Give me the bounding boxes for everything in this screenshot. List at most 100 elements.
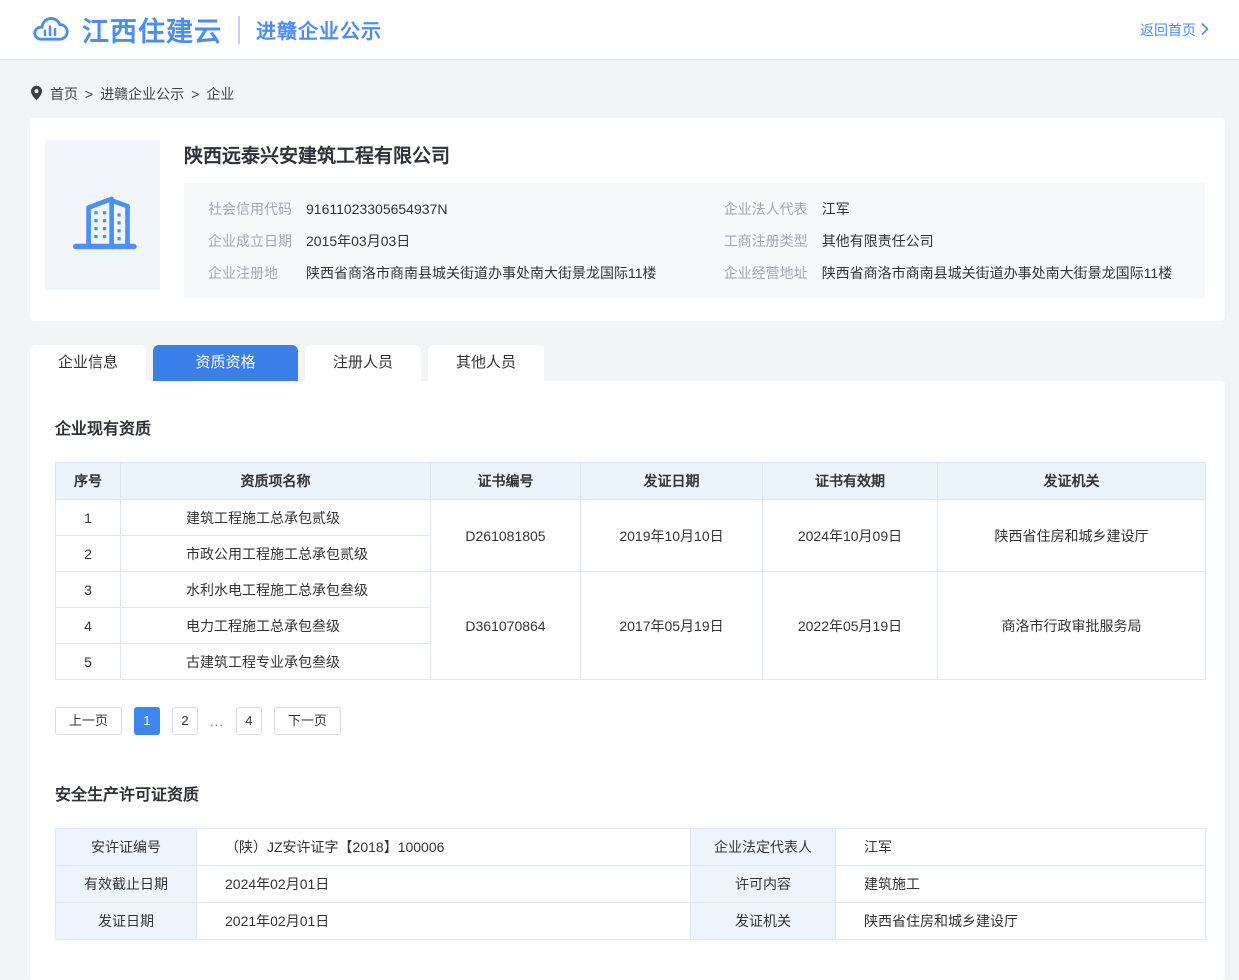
safety-licence-table: 安许证编号 （陕）JZ安许证字【2018】100006 企业法定代表人 江军 有…: [55, 828, 1206, 940]
chevron-right-icon: [1201, 22, 1209, 38]
breadcrumb-separator: >: [191, 86, 199, 102]
cell-label-legal-rep: 企业法定代表人: [691, 829, 836, 866]
field-business-address: 企业经营地址 陕西省商洛市商南县城关街道办事处南大街景龙国际11楼: [724, 257, 1181, 289]
cell-qualification-name: 古建筑工程专业承包叁级: [121, 644, 431, 680]
breadcrumb-enterprise: 企业: [206, 84, 234, 104]
cell-label-expiry-date: 有效截止日期: [56, 866, 197, 903]
table-row: 发证日期 2021年02月01日 发证机关 陕西省住房和城乡建设厅: [56, 903, 1206, 940]
cell-value-issue-authority: 陕西省住房和城乡建设厅: [836, 903, 1206, 940]
table-header-row: 序号 资质项名称 证书编号 发证日期 证书有效期 发证机关: [56, 463, 1206, 500]
field-established-date: 企业成立日期 2015年03月03日: [208, 225, 724, 257]
field-label: 社会信用代码: [208, 193, 292, 225]
brand-area: 江西住建云 进赣企业公示: [30, 10, 382, 49]
cell-issue-date: 2017年05月19日: [581, 572, 763, 680]
tab-other-personnel[interactable]: 其他人员: [428, 345, 544, 381]
company-card: 陕西远泰兴安建筑工程有限公司 社会信用代码 91611023305654937N…: [30, 118, 1225, 321]
cell-issue-date: 2019年10月10日: [581, 500, 763, 572]
cell-value-expiry-date: 2024年02月01日: [197, 866, 691, 903]
field-credit-code: 社会信用代码 91611023305654937N: [208, 193, 724, 225]
company-name: 陕西远泰兴安建筑工程有限公司: [184, 141, 1205, 168]
field-label: 企业成立日期: [208, 225, 292, 257]
cell-valid-until: 2024年10月09日: [763, 500, 938, 572]
brand-divider: [238, 16, 240, 44]
cell-label-licence-no: 安许证编号: [56, 829, 197, 866]
tab-bar: 企业信息 资质资格 注册人员 其他人员: [30, 345, 1225, 381]
prev-page-button[interactable]: 上一页: [55, 707, 122, 735]
back-home-link[interactable]: 返回首页: [1140, 20, 1209, 40]
cell-authority: 商洛市行政审批服务局: [938, 572, 1206, 680]
cell-index: 4: [56, 608, 121, 644]
company-info-panel: 社会信用代码 91611023305654937N 企业法人代表 江军 企业成立…: [184, 183, 1205, 299]
qualifications-table: 序号 资质项名称 证书编号 发证日期 证书有效期 发证机关 1 建筑工程施工总承…: [55, 462, 1206, 680]
field-registered-address: 企业注册地 陕西省商洛市商南县城关街道办事处南大街景龙国际11楼: [208, 257, 724, 289]
field-label: 企业经营地址: [724, 257, 808, 289]
cell-cert-no: D261081805: [431, 500, 581, 572]
cell-index: 1: [56, 500, 121, 536]
field-value: 其他有限责任公司: [822, 225, 934, 257]
cloud-with-bars-icon: [30, 13, 70, 47]
page-button-2[interactable]: 2: [172, 707, 198, 735]
building-icon: [67, 167, 139, 264]
cell-value-legal-rep: 江军: [836, 829, 1206, 866]
pagination-ellipsis: ...: [210, 714, 224, 729]
main-content-card: 企业现有资质 序号 资质项名称 证书编号 发证日期 证书有效期 发证机关 1: [30, 381, 1225, 980]
table-row: 3 水利水电工程施工总承包叁级 D361070864 2017年05月19日 2…: [56, 572, 1206, 608]
field-label: 企业注册地: [208, 257, 292, 289]
page-button-4[interactable]: 4: [236, 707, 262, 735]
location-pin-icon: [30, 85, 43, 104]
brand-subtitle: 进赣企业公示: [256, 15, 382, 44]
cell-authority: 陕西省住房和城乡建设厅: [938, 500, 1206, 572]
page-body: 首页 > 进赣企业公示 > 企业: [0, 60, 1225, 980]
field-label: 工商注册类型: [724, 225, 808, 257]
field-value: 陕西省商洛市商南县城关街道办事处南大街景龙国际11楼: [822, 257, 1173, 289]
next-page-button[interactable]: 下一页: [274, 707, 341, 735]
safety-section-title: 安全生产许可证资质: [55, 781, 1200, 805]
cell-qualification-name: 水利水电工程施工总承包叁级: [121, 572, 431, 608]
brand-title: 江西住建云: [82, 10, 222, 49]
field-legal-rep: 企业法人代表 江军: [724, 193, 1181, 225]
field-registration-type: 工商注册类型 其他有限责任公司: [724, 225, 1181, 257]
cell-value-licence-no: （陕）JZ安许证字【2018】100006: [197, 829, 691, 866]
table-row: 有效截止日期 2024年02月01日 许可内容 建筑施工: [56, 866, 1206, 903]
field-value: 陕西省商洛市商南县城关街道办事处南大街景龙国际11楼: [306, 257, 657, 289]
cell-value-licence-scope: 建筑施工: [836, 866, 1206, 903]
tab-company-info[interactable]: 企业信息: [30, 345, 146, 381]
cell-index: 5: [56, 644, 121, 680]
field-value: 91611023305654937N: [306, 193, 447, 225]
breadcrumb: 首页 > 进赣企业公示 > 企业: [30, 60, 1225, 118]
col-header-cert-no: 证书编号: [431, 463, 581, 500]
field-label: 企业法人代表: [724, 193, 808, 225]
col-header-authority: 发证机关: [938, 463, 1206, 500]
cell-qualification-name: 建筑工程施工总承包贰级: [121, 500, 431, 536]
page-button-1[interactable]: 1: [134, 707, 160, 735]
back-home-label: 返回首页: [1140, 20, 1196, 40]
cell-qualification-name: 市政公用工程施工总承包贰级: [121, 536, 431, 572]
tab-qualifications[interactable]: 资质资格: [153, 345, 298, 381]
qualifications-section-title: 企业现有资质: [55, 415, 1200, 439]
tab-registered-personnel[interactable]: 注册人员: [305, 345, 421, 381]
company-info: 陕西远泰兴安建筑工程有限公司 社会信用代码 91611023305654937N…: [184, 140, 1205, 299]
col-header-valid-until: 证书有效期: [763, 463, 938, 500]
breadcrumb-publicity[interactable]: 进赣企业公示: [100, 84, 184, 104]
col-header-issue-date: 发证日期: [581, 463, 763, 500]
company-avatar: [45, 140, 160, 290]
pagination: 上一页 1 2 ... 4 下一页: [55, 707, 1200, 735]
cell-label-licence-scope: 许可内容: [691, 866, 836, 903]
cell-index: 2: [56, 536, 121, 572]
cell-qualification-name: 电力工程施工总承包叁级: [121, 608, 431, 644]
field-value: 江军: [822, 193, 850, 225]
cell-value-issue-date: 2021年02月01日: [197, 903, 691, 940]
field-value: 2015年03月03日: [306, 225, 410, 257]
cell-valid-until: 2022年05月19日: [763, 572, 938, 680]
breadcrumb-separator: >: [85, 86, 93, 102]
col-header-index: 序号: [56, 463, 121, 500]
table-row: 1 建筑工程施工总承包贰级 D261081805 2019年10月10日 202…: [56, 500, 1206, 536]
cell-label-issue-date: 发证日期: [56, 903, 197, 940]
cell-label-issue-authority: 发证机关: [691, 903, 836, 940]
col-header-qualification-name: 资质项名称: [121, 463, 431, 500]
table-row: 安许证编号 （陕）JZ安许证字【2018】100006 企业法定代表人 江军: [56, 829, 1206, 866]
top-header: 江西住建云 进赣企业公示 返回首页: [0, 0, 1239, 60]
cell-index: 3: [56, 572, 121, 608]
cell-cert-no: D361070864: [431, 572, 581, 680]
breadcrumb-home[interactable]: 首页: [50, 84, 78, 104]
